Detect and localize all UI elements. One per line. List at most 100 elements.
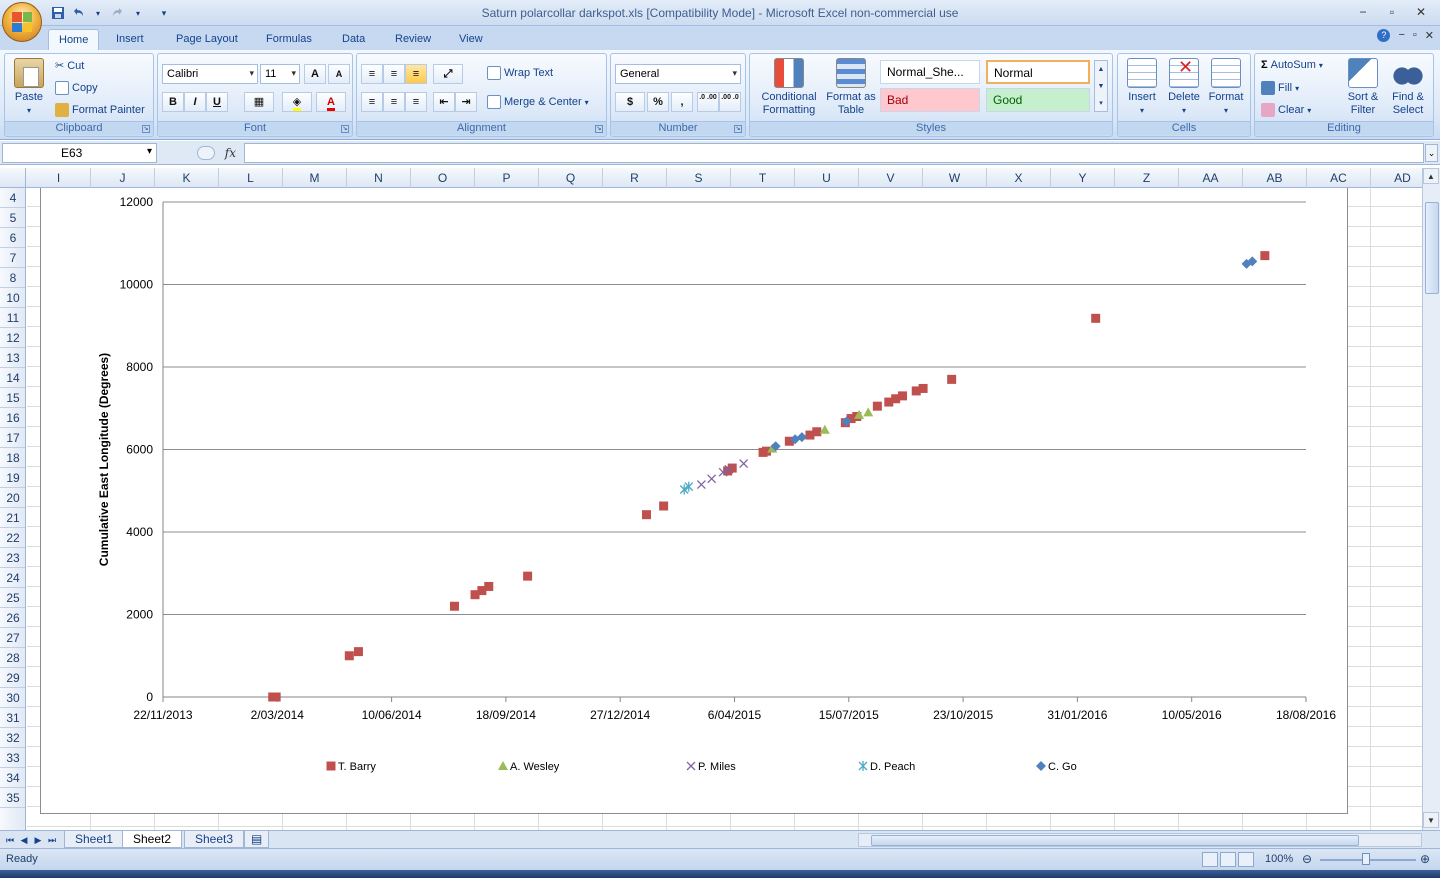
row-header[interactable]: 21: [0, 508, 25, 528]
restore-button[interactable]: ▫: [1379, 3, 1405, 21]
workbook-restore-icon[interactable]: ▫: [1413, 29, 1417, 42]
prev-sheet-icon[interactable]: ◀: [18, 833, 30, 847]
number-format-select[interactable]: General: [615, 64, 741, 84]
horizontal-scroll-thumb[interactable]: [871, 835, 1359, 846]
style-normal-sheet[interactable]: Normal_She...: [880, 60, 980, 84]
column-header[interactable]: L: [219, 168, 283, 188]
align-right-button[interactable]: ≡: [405, 92, 427, 112]
last-sheet-icon[interactable]: ⏭: [46, 833, 58, 847]
number-launcher-icon[interactable]: ↘: [734, 125, 742, 133]
row-header[interactable]: 29: [0, 668, 25, 688]
column-header[interactable]: P: [475, 168, 539, 188]
row-header[interactable]: 22: [0, 528, 25, 548]
tab-page-layout[interactable]: Page Layout: [166, 29, 248, 50]
column-header[interactable]: AB: [1243, 168, 1307, 188]
format-as-table-button[interactable]: Format as Table: [824, 58, 878, 117]
row-header[interactable]: 34: [0, 768, 25, 788]
page-break-view-icon[interactable]: [1238, 852, 1254, 867]
row-header[interactable]: 24: [0, 568, 25, 588]
workbook-close-icon[interactable]: ✕: [1425, 29, 1434, 42]
copy-button[interactable]: Copy: [55, 81, 98, 95]
tab-view[interactable]: View: [449, 29, 493, 50]
shrink-font-button[interactable]: A: [328, 64, 350, 84]
tab-home[interactable]: Home: [48, 29, 100, 50]
clipboard-launcher-icon[interactable]: ↘: [142, 125, 150, 133]
row-header[interactable]: 10: [0, 288, 25, 308]
insert-cells-button[interactable]: Insert ▾: [1122, 58, 1162, 117]
row-header[interactable]: 26: [0, 608, 25, 628]
first-sheet-icon[interactable]: ⏮: [4, 833, 16, 847]
column-header[interactable]: N: [347, 168, 411, 188]
column-header[interactable]: T: [731, 168, 795, 188]
row-header[interactable]: 20: [0, 488, 25, 508]
font-color-button[interactable]: A: [316, 92, 346, 112]
bold-button[interactable]: B: [162, 92, 184, 112]
column-header[interactable]: O: [411, 168, 475, 188]
row-header[interactable]: 13: [0, 348, 25, 368]
row-header[interactable]: 8: [0, 268, 25, 288]
row-header[interactable]: 33: [0, 748, 25, 768]
underline-button[interactable]: U: [206, 92, 228, 112]
style-good[interactable]: Good: [986, 88, 1090, 112]
row-header[interactable]: 35: [0, 788, 25, 808]
delete-cells-button[interactable]: ✕ Delete ▾: [1164, 58, 1204, 117]
insert-function-button[interactable]: fx: [225, 146, 236, 160]
tab-data[interactable]: Data: [332, 29, 375, 50]
format-cells-button[interactable]: Format ▾: [1206, 58, 1246, 117]
italic-button[interactable]: I: [184, 92, 206, 112]
row-header[interactable]: 30: [0, 688, 25, 708]
increase-decimal-button[interactable]: .0 .00: [697, 92, 719, 112]
column-header[interactable]: Q: [539, 168, 603, 188]
select-all-corner[interactable]: [0, 168, 26, 188]
row-header[interactable]: 11: [0, 308, 25, 328]
tab-insert[interactable]: Insert: [106, 29, 154, 50]
conditional-formatting-button[interactable]: Conditional Formatting: [754, 58, 824, 117]
row-header[interactable]: 27: [0, 628, 25, 648]
tab-review[interactable]: Review: [385, 29, 441, 50]
autosum-button[interactable]: Σ AutoSum ▾: [1261, 59, 1323, 71]
row-header[interactable]: 16: [0, 408, 25, 428]
zoom-in-icon[interactable]: ⊕: [1420, 852, 1430, 866]
row-header[interactable]: 32: [0, 728, 25, 748]
column-header[interactable]: AC: [1307, 168, 1371, 188]
column-header[interactable]: Y: [1051, 168, 1115, 188]
style-normal[interactable]: Normal: [986, 60, 1090, 84]
cut-button[interactable]: ✂ Cut: [55, 59, 84, 73]
grow-font-button[interactable]: A: [304, 64, 326, 84]
column-header[interactable]: I: [27, 168, 91, 188]
column-header[interactable]: U: [795, 168, 859, 188]
insert-sheet-button[interactable]: ▤: [244, 831, 270, 848]
column-header[interactable]: S: [667, 168, 731, 188]
column-header[interactable]: AA: [1179, 168, 1243, 188]
currency-button[interactable]: $: [615, 92, 645, 112]
row-header[interactable]: 17: [0, 428, 25, 448]
font-family-select[interactable]: Calibri: [162, 64, 258, 84]
row-header[interactable]: 18: [0, 448, 25, 468]
percent-button[interactable]: %: [647, 92, 669, 112]
horizontal-scrollbar[interactable]: [858, 833, 1422, 847]
column-header[interactable]: W: [923, 168, 987, 188]
row-header[interactable]: 4: [0, 188, 25, 208]
fill-color-button[interactable]: ◈: [282, 92, 312, 112]
wrap-text-button[interactable]: Wrap Text: [487, 66, 553, 80]
increase-indent-button[interactable]: ⇥: [455, 92, 477, 112]
align-bottom-button[interactable]: ≡: [405, 64, 427, 84]
row-header[interactable]: 23: [0, 548, 25, 568]
row-header[interactable]: 7: [0, 248, 25, 268]
chart[interactable]: 0 2000 4000 6000 8000 10000 12000 22/11/2013 2/0…: [40, 188, 1348, 814]
fill-button[interactable]: Fill ▾: [1261, 81, 1299, 95]
column-header[interactable]: R: [603, 168, 667, 188]
borders-button[interactable]: ▦: [244, 92, 274, 112]
close-button[interactable]: ✕: [1408, 3, 1434, 21]
clear-button[interactable]: Clear ▾: [1261, 103, 1311, 117]
normal-view-icon[interactable]: [1202, 852, 1218, 867]
row-header[interactable]: 19: [0, 468, 25, 488]
expand-formula-bar-icon[interactable]: ⌄: [1425, 144, 1438, 162]
comma-button[interactable]: ,: [671, 92, 693, 112]
workbook-minimize-icon[interactable]: −: [1398, 29, 1404, 42]
vertical-scrollbar[interactable]: ▲ ▼: [1422, 168, 1440, 830]
column-header[interactable]: K: [155, 168, 219, 188]
format-painter-button[interactable]: Format Painter: [55, 103, 145, 117]
column-header[interactable]: Z: [1115, 168, 1179, 188]
row-header[interactable]: 15: [0, 388, 25, 408]
